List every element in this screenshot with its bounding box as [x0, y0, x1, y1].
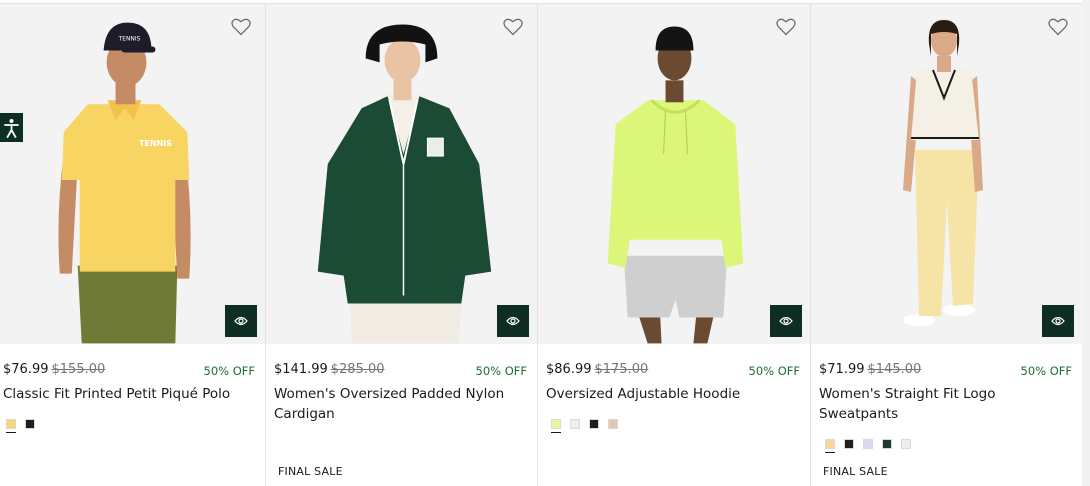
sale-price: $141.99 — [274, 362, 328, 377]
product-name[interactable]: Classic Fit Printed Petit Piqué Polo — [3, 384, 255, 404]
color-swatch-black[interactable] — [25, 419, 35, 429]
final-sale-label: FINAL SALE — [823, 465, 888, 478]
color-swatches — [825, 439, 911, 453]
cap-logo-text: TENNIS — [118, 36, 141, 43]
original-price: $285.00 — [330, 362, 385, 377]
product-grid: TENNIS TENNIS $76.99 $155.00 50% OFF Clas… — [0, 3, 1082, 486]
color-swatch-green[interactable] — [882, 439, 892, 449]
color-swatch-white[interactable] — [570, 419, 580, 429]
product-card[interactable]: $141.99 $285.00 50% OFF Women's Oversized… — [266, 4, 538, 486]
quick-view-eye-icon[interactable] — [497, 305, 529, 337]
product-image[interactable] — [266, 4, 537, 344]
color-swatches — [551, 419, 618, 433]
vertical-scrollbar[interactable] — [1082, 0, 1090, 486]
discount-badge: 50% OFF — [748, 364, 801, 378]
discount-badge: 50% OFF — [475, 364, 528, 378]
price-row: $76.99 $155.00 50% OFF — [3, 362, 255, 378]
wishlist-heart-icon[interactable] — [1048, 18, 1068, 36]
product-card[interactable]: $86.99 $175.00 50% OFF Oversized Adjustab… — [538, 4, 811, 486]
sale-price: $86.99 — [546, 362, 592, 377]
product-card[interactable]: TENNIS TENNIS $76.99 $155.00 50% OFF Clas… — [0, 4, 266, 486]
product-photo-cardigan — [266, 4, 537, 344]
product-name[interactable]: Women's Oversized Padded Nylon Cardigan — [274, 384, 527, 424]
color-swatch-black[interactable] — [589, 419, 599, 429]
original-price: $145.00 — [867, 362, 922, 377]
quick-view-eye-icon[interactable] — [770, 305, 802, 337]
product-photo-sweatpants — [811, 4, 1082, 344]
color-swatch-yellow[interactable] — [825, 439, 835, 453]
color-swatch-lavender[interactable] — [863, 439, 873, 449]
original-price: $155.00 — [51, 362, 106, 377]
price-row: $141.99 $285.00 50% OFF — [274, 362, 527, 378]
discount-badge: 50% OFF — [1020, 364, 1073, 378]
product-photo-polo: TENNIS TENNIS — [0, 4, 265, 344]
product-name[interactable]: Women's Straight Fit Logo Sweatpants — [819, 384, 1072, 424]
color-swatch-yellow[interactable] — [6, 419, 16, 433]
product-card[interactable]: $71.99 $145.00 50% OFF Women's Straight F… — [811, 4, 1082, 486]
quick-view-eye-icon[interactable] — [1042, 305, 1074, 337]
product-image[interactable] — [811, 4, 1082, 344]
sale-price: $76.99 — [3, 362, 49, 377]
product-photo-hoodie — [538, 4, 810, 344]
product-image[interactable]: TENNIS TENNIS — [0, 4, 265, 344]
chest-logo-text: TENNIS — [139, 139, 172, 148]
wishlist-heart-icon[interactable] — [231, 18, 251, 36]
quick-view-eye-icon[interactable] — [225, 305, 257, 337]
color-swatch-lime[interactable] — [551, 419, 561, 433]
color-swatch-white[interactable] — [901, 439, 911, 449]
discount-badge: 50% OFF — [203, 364, 256, 378]
color-swatch-pink[interactable] — [608, 419, 618, 429]
wishlist-heart-icon[interactable] — [503, 18, 523, 36]
final-sale-label: FINAL SALE — [278, 465, 343, 478]
product-name[interactable]: Oversized Adjustable Hoodie — [546, 384, 800, 404]
color-swatches — [6, 419, 35, 433]
original-price: $175.00 — [594, 362, 649, 377]
color-swatch-black[interactable] — [844, 439, 854, 449]
product-image[interactable] — [538, 4, 810, 344]
price-row: $71.99 $145.00 50% OFF — [819, 362, 1072, 378]
price-row: $86.99 $175.00 50% OFF — [546, 362, 800, 378]
wishlist-heart-icon[interactable] — [776, 18, 796, 36]
sale-price: $71.99 — [819, 362, 865, 377]
accessibility-person-icon[interactable] — [0, 113, 23, 142]
